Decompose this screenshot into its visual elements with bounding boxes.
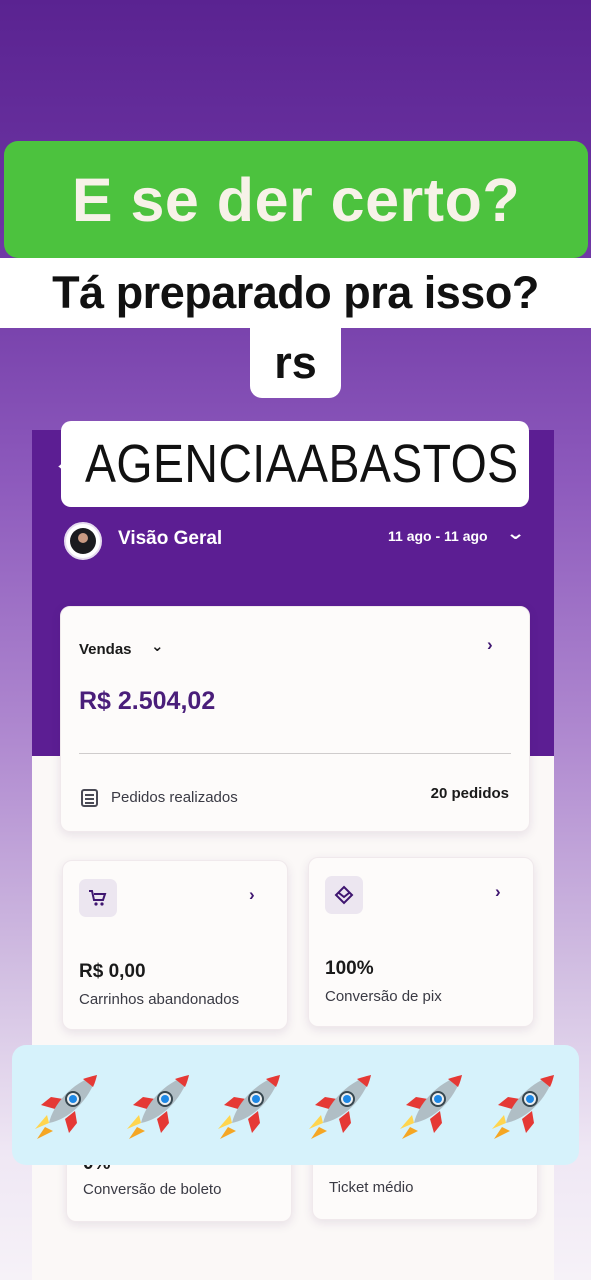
cart-icon <box>79 879 117 917</box>
orders-label: Pedidos realizados <box>111 789 238 806</box>
subline-text: Tá preparado pra isso? <box>52 267 539 318</box>
rocket-icon <box>31 1069 103 1141</box>
card-value: R$ 0,00 <box>79 961 146 982</box>
card-label: Carrinhos abandonados <box>79 991 240 1008</box>
card-label: Conversão de boleto <box>83 1181 222 1198</box>
headline-banner: E se der certo? <box>4 141 588 258</box>
avatar[interactable] <box>64 522 102 560</box>
pix-conversion-card[interactable]: › 100% Conversão de pix <box>308 857 534 1027</box>
threads-handle-sticker[interactable]: AGENCIAABASTOS <box>61 421 529 507</box>
rocket-icon <box>123 1069 195 1141</box>
list-document-icon <box>81 789 98 807</box>
chevron-down-icon[interactable]: ⌄ <box>506 523 526 544</box>
sales-card[interactable]: Vendas ⌄ › R$ 2.504,02 Pedidos realizado… <box>60 606 530 832</box>
divider <box>79 753 511 754</box>
card-label: Conversão de pix <box>325 988 442 1005</box>
rockets-sticker <box>12 1045 579 1165</box>
sales-label: Vendas <box>79 641 132 658</box>
page-title: Visão Geral <box>118 528 223 549</box>
aside-text: rs <box>274 337 317 388</box>
abandoned-carts-card[interactable]: › R$ 0,00 Carrinhos abandonados <box>62 860 288 1030</box>
card-label: Ticket médio <box>329 1179 414 1196</box>
handle-text: AGENCIAABASTOS <box>85 434 519 494</box>
chevron-down-icon[interactable]: ⌄ <box>151 637 164 655</box>
sales-value: R$ 2.504,02 <box>79 687 216 715</box>
rocket-icon <box>396 1069 468 1141</box>
date-range-selector[interactable]: 11 ago - 11 ago <box>388 528 488 544</box>
card-value: 100% <box>325 958 374 979</box>
orders-value: 20 pedidos <box>430 785 509 802</box>
subline-banner: Tá preparado pra isso? <box>0 258 591 328</box>
pix-icon <box>325 876 363 914</box>
chevron-right-icon[interactable]: › <box>249 885 255 905</box>
rocket-icon <box>488 1069 560 1141</box>
chevron-right-icon[interactable]: › <box>495 882 501 902</box>
chevron-right-icon[interactable]: › <box>487 635 493 655</box>
aside-banner: rs <box>250 328 341 398</box>
headline-text: E se der certo? <box>71 165 521 234</box>
rocket-icon <box>305 1069 377 1141</box>
rocket-icon <box>214 1069 286 1141</box>
